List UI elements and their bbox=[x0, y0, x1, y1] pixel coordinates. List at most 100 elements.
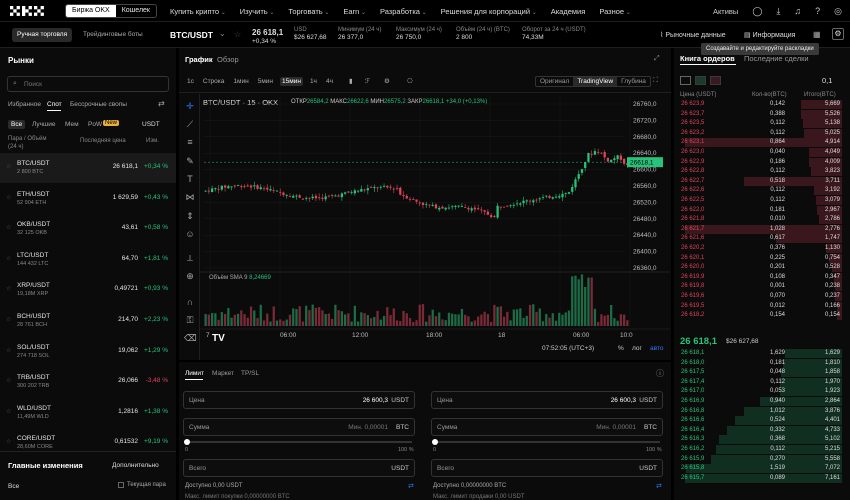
fullscreen-icon[interactable]: ⛶ bbox=[653, 77, 658, 85]
okx-logo[interactable] bbox=[10, 4, 50, 18]
tab-recent-trades[interactable]: Последние сделки bbox=[744, 54, 809, 63]
market-row[interactable]: ☆ XRP/USDT 19,18M XRP 0,49721 +0,93 % bbox=[0, 275, 176, 305]
crosshair-icon[interactable]: ✛ bbox=[184, 100, 196, 112]
emoji-icon[interactable]: ☺ bbox=[184, 228, 196, 240]
col-pair[interactable]: Пара / Объём (24 ч) bbox=[8, 135, 50, 151]
chevron-down-icon[interactable]: ⌄ bbox=[219, 29, 226, 38]
market-row[interactable]: ☆ BCH/USDT 28 761 BCH 214,70 +2,23 % bbox=[0, 306, 176, 336]
ask-row[interactable]: 26 619,5 0,012 0,166 bbox=[678, 301, 842, 312]
lock-icon[interactable]: ⚿ bbox=[184, 314, 196, 326]
buy-amount-field[interactable]: Сумма Мин. 0,00001 BTC bbox=[183, 418, 415, 436]
tab-limit[interactable]: Лимит bbox=[185, 370, 204, 377]
interval-0[interactable]: 1с bbox=[185, 77, 196, 86]
bid-row[interactable]: 26 616,6 0,524 4,401 bbox=[678, 416, 842, 426]
ask-row[interactable]: 26 621,7 1,028 2,776 bbox=[678, 224, 842, 235]
ask-row[interactable]: 26 622,0 0,181 2,967 bbox=[678, 205, 842, 216]
markets-search[interactable]: ⌕ Поиск bbox=[7, 76, 169, 92]
movers-filter[interactable]: Все bbox=[8, 483, 19, 490]
bid-row[interactable]: 26 615,9 0,270 5,558 bbox=[678, 454, 842, 465]
brush-icon[interactable]: ✎ bbox=[184, 155, 196, 167]
download-icon[interactable]: ⤓ bbox=[776, 6, 780, 17]
candlestick-chart[interactable]: 26760,0 26720,0 26680,0 26640,0 26600,0 26560… bbox=[200, 96, 670, 358]
tab-overview[interactable]: Обзор bbox=[217, 55, 239, 64]
auto-toggle[interactable]: авто bbox=[650, 345, 663, 352]
sell-amount-field[interactable]: Сумма Мин. 0,00001 BTC bbox=[431, 418, 663, 436]
menu-trade[interactable]: Торговать bbox=[288, 7, 329, 16]
star-icon[interactable]: ☆ bbox=[6, 408, 11, 415]
interval-1[interactable]: Строка bbox=[201, 77, 227, 86]
market-row[interactable]: ☆ OKB/USDT 32 125 OKB 43,61 +0,58 % bbox=[0, 214, 176, 244]
menu-corporate[interactable]: Решения для корпораций bbox=[441, 7, 537, 16]
indicators-icon[interactable]: ℱ bbox=[365, 77, 370, 85]
sell-slider[interactable] bbox=[432, 439, 660, 445]
more-link[interactable]: Дополнительно bbox=[112, 462, 159, 469]
trash-icon[interactable]: ⌫ bbox=[184, 332, 197, 344]
settings-icon[interactable]: ⚙ bbox=[384, 77, 390, 85]
ask-row[interactable]: 26 622,9 0,186 4,009 bbox=[678, 157, 842, 168]
percent-toggle[interactable]: % bbox=[618, 345, 624, 352]
book-asks-icon[interactable] bbox=[710, 76, 721, 85]
filter-meme[interactable]: Мем bbox=[65, 121, 79, 128]
log-toggle[interactable]: лог bbox=[632, 345, 642, 352]
bell-icon[interactable]: ♫ bbox=[794, 6, 801, 16]
ask-row[interactable]: 26 623,7 0,388 5,526 bbox=[678, 109, 842, 120]
ask-row[interactable]: 26 619,8 0,001 0,238 bbox=[678, 282, 842, 292]
trading-bots-tab[interactable]: Трейдинговые боты bbox=[78, 28, 148, 42]
interval-6[interactable]: 4ч bbox=[324, 77, 335, 86]
star-icon[interactable]: ☆ bbox=[6, 377, 11, 384]
menu-buy-crypto[interactable]: Купить крипто bbox=[170, 7, 226, 16]
slider-handle[interactable] bbox=[432, 439, 438, 445]
ask-row[interactable]: 26 621,6 0,617 1,747 bbox=[678, 234, 842, 244]
tab-favorites[interactable]: Избранное bbox=[8, 101, 41, 108]
bid-row[interactable]: 26 616,3 0,368 5,102 bbox=[678, 435, 842, 445]
ask-row[interactable]: 26 620,0 0,201 0,528 bbox=[678, 263, 842, 273]
quote-selector[interactable]: USDT bbox=[142, 121, 160, 128]
bid-row[interactable]: 26 615,8 1,519 7,072 bbox=[678, 464, 842, 474]
market-row[interactable]: ☆ ETH/USDT 52 904 ETH 1 629,59 +0,43 % bbox=[0, 184, 176, 214]
bid-row[interactable]: 26 617,5 0,048 1,858 bbox=[678, 368, 842, 378]
swap-icon[interactable]: ⇄ bbox=[158, 99, 165, 108]
layout-icon[interactable]: ▦ bbox=[813, 30, 821, 39]
transfer-icon[interactable]: ⇄ bbox=[408, 482, 414, 490]
market-row[interactable]: ☆ SOL/USDT 274 718 SOL 19,062 +1,29 % bbox=[0, 337, 176, 367]
tab-perpetual[interactable]: Бессрочные свопы bbox=[70, 101, 127, 108]
interval-5[interactable]: 1ч bbox=[308, 77, 319, 86]
bid-row[interactable]: 26 618,1 1,629 1,629 bbox=[678, 349, 842, 359]
settings-icon[interactable]: ⚙ bbox=[832, 28, 844, 40]
exchange-tab[interactable]: Биржа OKX bbox=[66, 5, 116, 17]
market-row[interactable]: ☆ BTC/USDT 2 800 BTC 26 618,1 +0,34 % bbox=[0, 153, 176, 183]
buy-total-field[interactable]: Всего USDT bbox=[183, 459, 415, 477]
current-pair-checkbox[interactable] bbox=[118, 482, 124, 488]
ask-row[interactable]: 26 620,2 0,376 1,130 bbox=[678, 244, 842, 254]
bid-row[interactable]: 26 617,0 0,053 1,923 bbox=[678, 387, 842, 397]
filter-pow[interactable]: PoW bbox=[88, 121, 102, 128]
market-row[interactable]: ☆ LTC/USDT 144 432 LTC 64,70 +1,81 % bbox=[0, 245, 176, 275]
menu-develop[interactable]: Разработка bbox=[380, 7, 427, 16]
star-icon[interactable]: ☆ bbox=[6, 285, 11, 292]
ask-row[interactable]: 26 622,7 0,518 3,711 bbox=[678, 176, 842, 187]
measure-icon[interactable]: ⇕ bbox=[184, 210, 196, 222]
compare-icon[interactable]: ⎔ bbox=[407, 77, 413, 85]
ask-row[interactable]: 26 623,5 0,112 5,138 bbox=[678, 119, 842, 129]
buy-slider[interactable] bbox=[184, 439, 412, 445]
globe-icon[interactable]: ◎ bbox=[834, 6, 842, 17]
ask-row[interactable]: 26 619,9 0,108 0,347 bbox=[678, 272, 842, 283]
search-input[interactable]: Поиск bbox=[24, 81, 42, 88]
view-original[interactable]: Оригинал bbox=[536, 77, 573, 86]
star-icon[interactable]: ☆ bbox=[6, 347, 11, 354]
tab-chart[interactable]: График bbox=[185, 55, 213, 64]
ask-row[interactable]: 26 620,1 0,225 0,754 bbox=[678, 253, 842, 264]
expand-icon[interactable]: ⤢ bbox=[654, 55, 660, 63]
zoom-in-icon[interactable]: ⊕ bbox=[184, 270, 196, 282]
ask-row[interactable]: 26 622,8 0,112 3,823 bbox=[678, 167, 842, 177]
star-icon[interactable]: ☆ bbox=[6, 316, 11, 323]
ask-row[interactable]: 26 622,6 0,112 3,192 bbox=[678, 186, 842, 196]
view-depth[interactable]: Глубина bbox=[617, 77, 650, 86]
ask-row[interactable]: 26 623,9 0,142 5,669 bbox=[678, 100, 842, 110]
star-icon[interactable]: ☆ bbox=[6, 194, 11, 201]
buy-price-field[interactable]: Цена 26 600,3 USDT bbox=[183, 391, 415, 409]
col-change[interactable]: Изм. bbox=[146, 138, 159, 144]
bid-row[interactable]: 26 618,0 0,181 1,810 bbox=[678, 358, 842, 369]
market-row[interactable]: ☆ WLD/USDT 11,49M WLD 1,2816 +1,38 % bbox=[0, 398, 176, 428]
ask-row[interactable]: 26 623,2 0,112 5,025 bbox=[678, 128, 842, 139]
